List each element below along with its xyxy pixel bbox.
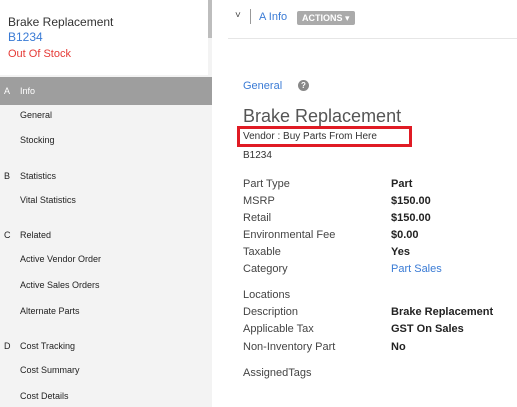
field-label-description: Description [243,306,299,318]
field-label-applicable-tax: Applicable Tax [243,323,314,335]
vendor-label: Vendor : Buy Parts From Here [243,131,377,142]
field-value-retail: $150.00 [391,212,431,224]
sidebar-item-cost-details[interactable]: Cost Details [20,391,69,401]
part-title: Brake Replacement [243,106,402,126]
locations-label: Locations [243,289,291,301]
field-value-msrp: $150.00 [391,195,431,207]
field-value-non-inventory-part: No [391,341,406,353]
sidebar-item-alternate-parts[interactable]: Alternate Parts [20,306,80,316]
tab-divider [250,9,251,24]
collapse-chevron-icon[interactable]: ˅ [235,10,241,21]
actions-button[interactable]: ACTIONS ▾ [297,11,355,25]
section-letter: C [4,230,11,240]
field-value-applicable-tax: GST On Sales [391,323,464,335]
section-letter: D [4,341,11,351]
section-label: Cost Tracking [20,341,76,351]
field-label-retail: Retail [243,212,272,224]
tab-info[interactable]: A Info [259,11,287,23]
field-label-environmental-fee: Environmental Fee [243,229,336,241]
part-code: B1234 [243,150,272,161]
section-label: Statistics [20,171,57,181]
field-value-environmental-fee: $0.00 [391,229,419,241]
field-label-non-inventory-part: Non-Inventory Part [243,341,336,353]
sidebar-section-statistics[interactable]: B Statistics [0,164,212,188]
sidebar-item-active-sales-orders[interactable]: Active Sales Orders [20,280,100,290]
category-link[interactable]: Part Sales [391,263,442,275]
section-title-general[interactable]: General [243,80,282,92]
stock-status: Out Of Stock [8,48,71,60]
field-label-msrp: MSRP [243,195,275,207]
assigned-tags-label: AssignedTags [243,367,312,379]
sidebar-section-info[interactable]: A Info [0,77,212,105]
sidebar-item-cost-summary[interactable]: Cost Summary [20,365,80,375]
sidebar-item-active-vendor-order[interactable]: Active Vendor Order [20,254,101,264]
sidebar-item-general[interactable]: General [20,110,52,120]
section-letter: B [4,171,11,181]
field-label-taxable: Taxable [243,246,281,258]
sidebar-section-cost-tracking[interactable]: D Cost Tracking [0,334,212,358]
field-value-part-type: Part [391,178,413,190]
field-value-taxable: Yes [391,246,410,258]
sidebar-header: Brake Replacement B1234 Out Of Stock [0,0,208,75]
sidebar-section-related[interactable]: C Related [0,223,212,247]
sidebar: Brake Replacement B1234 Out Of Stock A I… [0,0,212,407]
field-label-category: Category [243,263,288,275]
section-label: Related [20,230,52,240]
section-letter: A [4,86,11,96]
sidebar-item-vital-statistics[interactable]: Vital Statistics [20,195,76,205]
sidebar-part-code[interactable]: B1234 [8,30,43,44]
sidebar-item-stocking[interactable]: Stocking [20,135,55,145]
section-label: Info [20,86,36,96]
sidebar-part-title: Brake Replacement [8,15,114,29]
sidebar-scrollbar[interactable] [208,0,212,38]
help-icon[interactable]: ? [298,80,309,91]
field-value-description: Brake Replacement [391,306,494,318]
header-divider [228,38,517,39]
field-label-part-type: Part Type [243,178,290,190]
